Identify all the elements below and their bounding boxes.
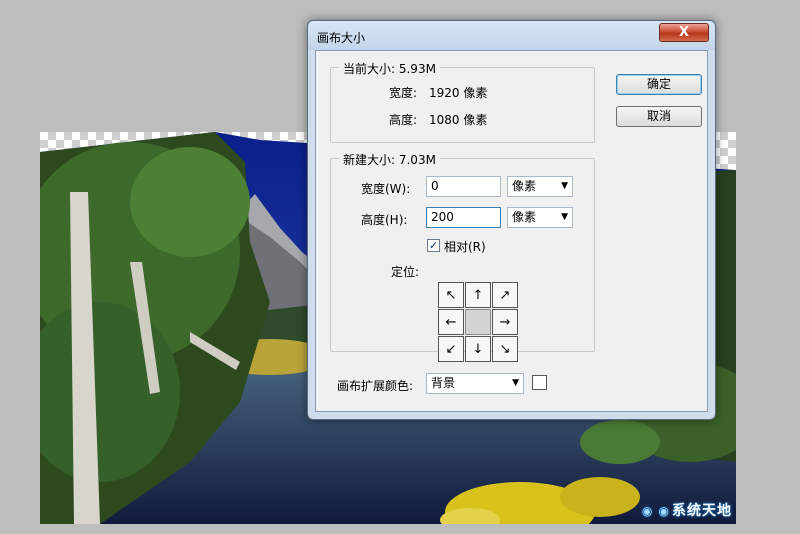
current-width-value: 1920 像素 xyxy=(429,86,488,100)
new-size-title: 新建大小: 7.03M xyxy=(339,151,440,168)
new-width-label: 宽度(W): xyxy=(361,182,411,196)
chevron-down-icon: ▼ xyxy=(561,181,568,191)
watermark-text: 系统天地 xyxy=(672,503,732,519)
anchor-bottom-right[interactable]: ↘ xyxy=(492,336,518,362)
arrow-left-icon: ← xyxy=(445,314,457,330)
cancel-button[interactable]: 取消 xyxy=(616,106,702,127)
height-input[interactable]: 200 xyxy=(426,207,501,228)
width-unit-select[interactable]: 像素 ▼ xyxy=(507,176,573,197)
width-unit-value: 像素 xyxy=(512,179,537,193)
extension-color-value: 背景 xyxy=(431,376,456,390)
current-size-group: 当前大小: 5.93M 宽度: 1920 像素 高度: 1080 像素 xyxy=(330,60,595,143)
arrow-down-left-icon: ↙ xyxy=(445,341,457,357)
arrow-up-right-icon: ↗ xyxy=(499,287,511,303)
anchor-left[interactable]: ← xyxy=(438,309,464,335)
anchor-bottom[interactable]: ↓ xyxy=(465,336,491,362)
ok-button[interactable]: 确定 xyxy=(616,74,702,95)
current-height-label: 高度: xyxy=(389,113,418,127)
dialog-titlebar[interactable]: 画布大小 X xyxy=(308,21,715,50)
arrow-right-icon: → xyxy=(499,314,511,330)
arrow-down-icon: ↓ xyxy=(472,341,484,357)
anchor-bottom-left[interactable]: ↙ xyxy=(438,336,464,362)
anchor-top[interactable]: ↑ xyxy=(465,282,491,308)
relative-checkbox[interactable]: ✓ xyxy=(427,239,440,252)
current-size-title: 当前大小: 5.93M xyxy=(339,60,440,77)
close-button[interactable]: X xyxy=(659,23,709,42)
watermark-logo: ◉ ◉ 系统天地 xyxy=(641,503,732,519)
extension-color-swatch[interactable] xyxy=(532,375,547,390)
anchor-grid: ↖ ↑ ↗ ← → ↙ ↓ ↘ xyxy=(438,282,518,362)
new-height-label: 高度(H): xyxy=(361,213,408,227)
height-unit-select[interactable]: 像素 ▼ xyxy=(507,207,573,228)
extension-color-text: 画布扩展颜色: xyxy=(337,379,414,393)
anchor-top-left[interactable]: ↖ xyxy=(438,282,464,308)
dialog-title: 画布大小 xyxy=(317,31,366,45)
anchor-right[interactable]: → xyxy=(492,309,518,335)
height-unit-value: 像素 xyxy=(512,210,537,224)
dialog-body: 当前大小: 5.93M 宽度: 1920 像素 高度: 1080 像素 新建大小… xyxy=(315,50,708,412)
chevron-down-icon: ▼ xyxy=(512,378,519,388)
anchor-label: 定位: xyxy=(391,265,420,279)
canvas-size-dialog: 画布大小 X 当前大小: 5.93M 宽度: 1920 像素 高度: 1080 … xyxy=(307,20,716,420)
chevron-down-icon: ▼ xyxy=(561,212,568,222)
anchor-top-right[interactable]: ↗ xyxy=(492,282,518,308)
current-height-value: 1080 像素 xyxy=(429,113,488,127)
width-input[interactable]: 0 xyxy=(426,176,501,197)
arrow-down-right-icon: ↘ xyxy=(499,341,511,357)
anchor-center[interactable] xyxy=(465,309,491,335)
arrow-up-icon: ↑ xyxy=(472,287,484,303)
relative-label: 相对(R) xyxy=(444,240,486,254)
arrow-up-left-icon: ↖ xyxy=(445,287,457,303)
current-width-label: 宽度: xyxy=(389,86,418,100)
extension-color-select[interactable]: 背景 ▼ xyxy=(426,373,524,394)
